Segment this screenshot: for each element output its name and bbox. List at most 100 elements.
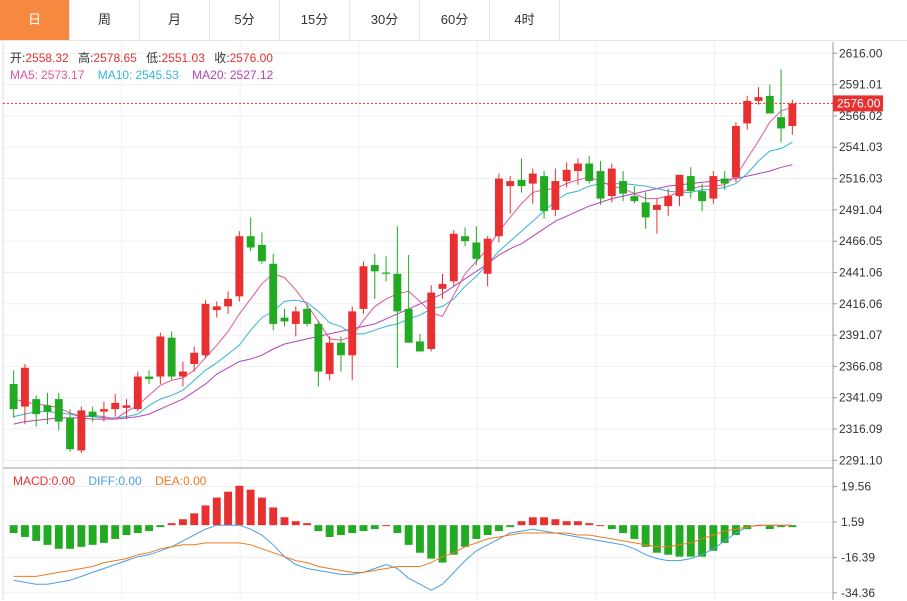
candle-body (336, 342, 345, 356)
candle-body (235, 236, 244, 297)
candle-body (562, 169, 571, 182)
macd-bar (517, 521, 526, 526)
macd-bar (472, 525, 481, 539)
candle-body (133, 376, 142, 410)
candle-body (720, 178, 729, 184)
macd-bar (280, 517, 289, 526)
kline-chart: 2616.002591.012566.022541.032516.032491.… (2, 42, 883, 600)
candle-body (145, 376, 154, 380)
macd-bar (404, 525, 413, 545)
candle-body (765, 95, 774, 114)
macd-tick-label: 1.59 (841, 515, 865, 529)
candle-body (607, 168, 616, 197)
macd-bar (415, 525, 424, 553)
macd-bar (99, 525, 108, 543)
ma10-label: MA10: (98, 68, 133, 82)
macd-bar (77, 525, 86, 547)
low-label: 低: (146, 51, 161, 65)
candle-body (269, 263, 278, 324)
macd-bar (66, 525, 75, 549)
macd-bar (393, 525, 402, 534)
macd-bar (573, 521, 582, 526)
candle-body (472, 242, 481, 259)
diff-value: 0.00 (118, 474, 142, 488)
ma20-line (13, 164, 793, 425)
candle-body (596, 171, 605, 199)
candle-body (325, 342, 334, 375)
candle-body (506, 181, 515, 187)
candle-body (743, 100, 752, 124)
candle-body (111, 402, 120, 410)
candle-body (178, 371, 187, 377)
price-tick-label: 2616.00 (839, 46, 883, 60)
price-tick-label: 2391.07 (839, 328, 883, 342)
candle-body (415, 341, 424, 352)
price-tick-label: 2366.08 (839, 359, 883, 373)
dea-label: DEA: (155, 474, 183, 488)
price-tick-label: 2591.01 (839, 78, 883, 92)
macd-bar (314, 525, 323, 532)
macd-bar (359, 525, 368, 532)
ma-lines (13, 106, 793, 425)
macd-bar (111, 525, 120, 539)
macd-bar (461, 525, 470, 547)
macd-bar (201, 505, 210, 526)
macd-bar (167, 523, 176, 526)
macd-bar (235, 485, 244, 526)
macd-bar (528, 517, 537, 526)
macd-bar (269, 507, 278, 526)
candle-body (348, 311, 357, 356)
macd-bar (20, 525, 29, 537)
candle-body (201, 303, 210, 356)
candle-body (630, 196, 639, 202)
candle-body (709, 176, 718, 199)
macd-bar (664, 525, 673, 555)
ma5-value: 2573.17 (41, 68, 85, 82)
macd-bar (336, 525, 345, 535)
candle-body (517, 179, 526, 187)
dea-value: 0.00 (183, 474, 207, 488)
open-label: 开: (10, 51, 25, 65)
diff-label: DIFF: (88, 474, 118, 488)
candle-body (314, 323, 323, 372)
candle-body (652, 204, 661, 210)
candle-body (754, 97, 763, 101)
price-axis: 2616.002591.012566.022541.032516.032491.… (2, 42, 883, 600)
low-value: 2551.03 (162, 51, 206, 65)
macd-label: MACD: (13, 474, 52, 488)
price-tick-label: 2516.03 (839, 172, 883, 186)
candle-body (257, 244, 266, 262)
price-tick-label: 2416.06 (839, 297, 883, 311)
macd-bar (540, 517, 549, 526)
candle-body (156, 336, 165, 377)
candle-body (686, 176, 695, 192)
close-value: 2576.00 (230, 51, 274, 65)
price-tick-label: 2491.04 (839, 203, 883, 217)
candle-body (731, 125, 740, 178)
macd-tick-label: -34.36 (841, 586, 875, 600)
macd-panel (9, 485, 797, 591)
macd-bar (641, 525, 650, 547)
macd-info: MACD:0.00 DIFF:0.00 DEA:0.00 (13, 474, 207, 488)
macd-bar (122, 525, 131, 535)
ma5-line (13, 106, 793, 420)
macd-bar (325, 525, 334, 537)
macd-bar (303, 523, 312, 526)
macd-bar (257, 497, 266, 526)
candle-body (246, 236, 255, 248)
candle-body (224, 298, 233, 307)
macd-bar (224, 491, 233, 526)
macd-bar (630, 525, 639, 539)
candle-body (20, 367, 29, 407)
macd-bar (596, 525, 605, 527)
candle-body (66, 417, 75, 450)
candle-body (382, 272, 391, 274)
price-tick-label: 2291.10 (839, 453, 883, 467)
macd-tick-label: 19.56 (841, 480, 871, 494)
candle-body (54, 399, 63, 422)
macd-bar (562, 521, 571, 526)
candle-body (393, 273, 402, 312)
candle-body (698, 191, 707, 202)
macd-bar (483, 525, 492, 535)
macd-bar (145, 525, 154, 532)
